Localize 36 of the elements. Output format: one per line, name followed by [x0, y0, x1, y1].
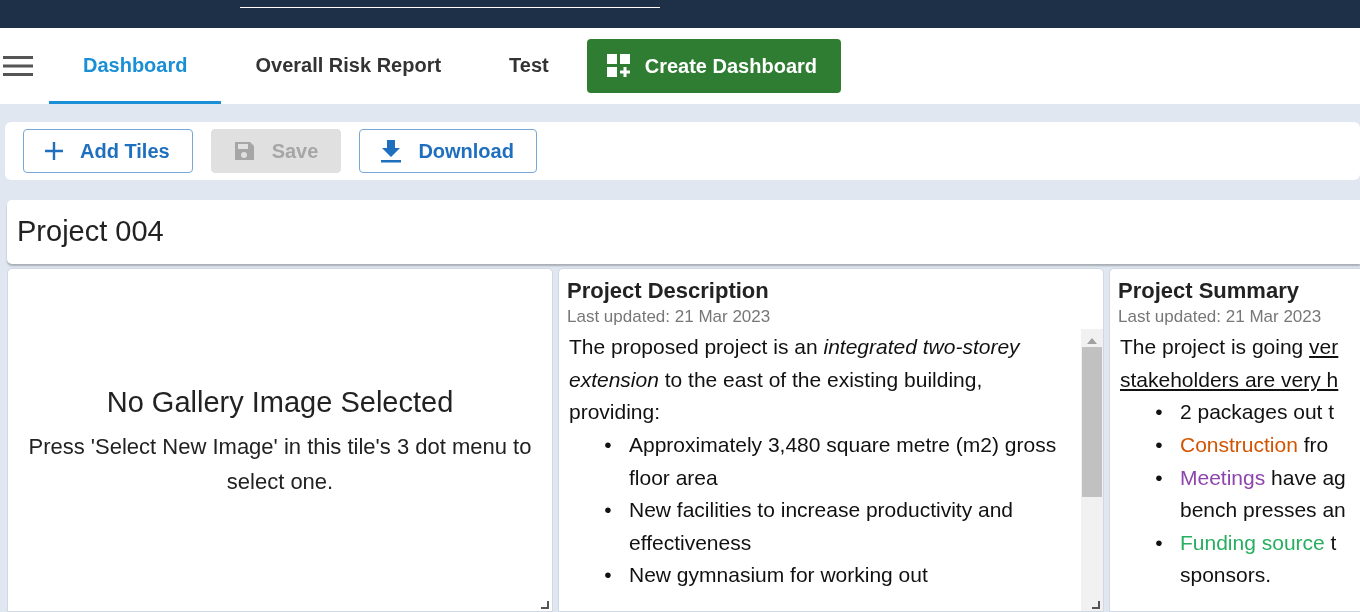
bullet-marker: • — [1154, 399, 1164, 426]
resize-handle-icon[interactable] — [1092, 601, 1100, 609]
last-updated-text: Last updated: 21 Mar 2023 — [1117, 305, 1323, 328]
download-icon — [380, 139, 403, 163]
tab[interactable]: Test — [475, 28, 583, 104]
tile-title: Project Description — [566, 276, 770, 304]
bullet-item: Construction fro — [1180, 432, 1329, 459]
gallery-tile-message: Press 'Select New Image' in this tile's 3 dot menu to select one. — [27, 433, 533, 496]
menu-icon[interactable] — [3, 55, 33, 77]
scrollbar[interactable] — [1081, 329, 1103, 611]
resize-handle-icon[interactable] — [541, 601, 549, 609]
bullet-marker: • — [603, 497, 613, 524]
last-updated-text: Last updated: 21 Mar 2023 — [566, 305, 772, 328]
bullet-item: New facilities to increase productivity and effectiveness — [629, 497, 1014, 556]
summary-paragraph: The project is going ver stakeholders are very h — [1120, 334, 1340, 393]
plus-icon — [44, 141, 64, 161]
bullet-marker: • — [603, 432, 613, 459]
create-dashboard-button[interactable]: Create Dashboard — [586, 39, 841, 93]
bullet-marker: • — [1154, 464, 1164, 491]
tab[interactable]: Overall Risk Report — [221, 28, 476, 104]
download-button[interactable]: Download — [359, 129, 537, 173]
bullet-item: Funding source t sponsors. — [1180, 529, 1337, 589]
add-button[interactable]: Add Tiles — [23, 129, 193, 173]
bullet-marker: • — [603, 562, 613, 589]
description-paragraph: The proposed project is an integrated two-storey extension to the east of the existing building, providing: — [569, 334, 1022, 426]
bullet-item: 2 packages out t — [1180, 399, 1335, 426]
bullet-marker: • — [1154, 432, 1164, 459]
gallery-tile-title: No Gallery Image Selected — [106, 384, 454, 420]
bullet-item: Approximately 3,480 square metre (m2) gross floor area — [629, 432, 1058, 491]
bullet-item: New gymnasium for working out — [629, 562, 928, 589]
add-grid-icon — [606, 54, 631, 78]
bullet-marker: • — [1154, 529, 1164, 556]
scrollbar-thumb[interactable] — [1082, 347, 1102, 498]
tab[interactable]: Dashboard — [49, 28, 222, 104]
tile-title: Project Summary — [1117, 276, 1300, 304]
dashboard-title: Project 004 — [7, 200, 1360, 264]
